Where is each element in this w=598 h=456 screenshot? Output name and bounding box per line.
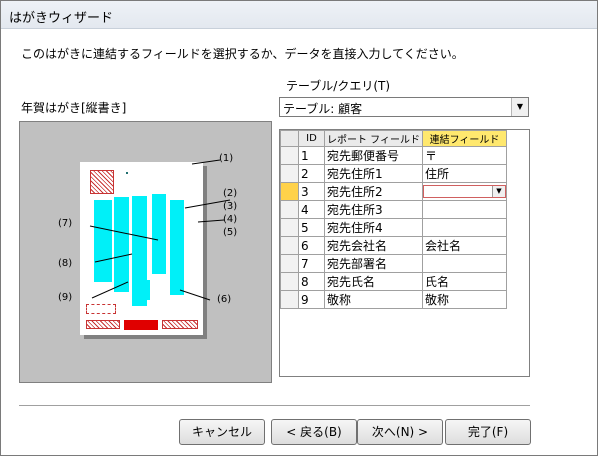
table-query-value: テーブル: 顧客 bbox=[283, 102, 363, 116]
row-selector[interactable] bbox=[280, 254, 299, 273]
window-title: はがきウィザード bbox=[9, 11, 114, 26]
cell-report-field[interactable]: 宛先住所3 bbox=[324, 200, 423, 219]
cell-report-field[interactable]: 宛先住所4 bbox=[324, 218, 423, 237]
field-mapping-table: ID レポート フィールド 連結フィールド 1 宛先郵便番号 〒 2 宛先住所1… bbox=[280, 130, 507, 309]
cell-id[interactable]: 4 bbox=[298, 200, 325, 219]
cell-id[interactable]: 3 bbox=[298, 182, 325, 201]
cell-link-field-editor[interactable]: ▼ bbox=[421, 182, 507, 201]
table-row[interactable]: 2 宛先住所1 住所 bbox=[280, 164, 507, 183]
callout-7: (7) bbox=[58, 218, 73, 229]
cell-link-field[interactable] bbox=[421, 200, 507, 219]
cell-id[interactable]: 7 bbox=[298, 254, 325, 273]
callout-5: (5) bbox=[223, 227, 238, 238]
cell-report-field[interactable]: 宛先住所2 bbox=[324, 182, 423, 201]
cell-id[interactable]: 2 bbox=[298, 164, 325, 183]
cell-link-field[interactable] bbox=[421, 254, 507, 273]
cell-id[interactable]: 1 bbox=[298, 146, 325, 165]
back-button[interactable]: < 戻る(B) bbox=[271, 419, 357, 445]
select-all-corner[interactable] bbox=[280, 130, 299, 147]
row-selector[interactable] bbox=[280, 236, 299, 255]
cell-id[interactable]: 6 bbox=[298, 236, 325, 255]
table-row[interactable]: 6 宛先会社名 会社名 bbox=[280, 236, 507, 255]
cell-link-field[interactable]: 敬称 bbox=[421, 290, 507, 309]
postcard-preview: (1) (2) (3) (4) (5) (6) (7) (8) (9) bbox=[19, 121, 272, 383]
callout-8: (8) bbox=[58, 258, 73, 269]
title-bar: はがきウィザード bbox=[1, 1, 597, 29]
row-selector[interactable] bbox=[280, 200, 299, 219]
hagaki-wizard-window: はがきウィザード このはがきに連結するフィールドを選択するか、データを直接入力し… bbox=[0, 0, 598, 456]
callout-3: (3) bbox=[223, 201, 238, 212]
cell-id[interactable]: 9 bbox=[298, 290, 325, 309]
table-row[interactable]: 7 宛先部署名 bbox=[280, 254, 507, 273]
cell-report-field[interactable]: 宛先会社名 bbox=[324, 236, 423, 255]
table-row[interactable]: 1 宛先郵便番号 〒 bbox=[280, 146, 507, 165]
field-mapping-grid: ID レポート フィールド 連結フィールド 1 宛先郵便番号 〒 2 宛先住所1… bbox=[279, 129, 530, 377]
finish-button[interactable]: 完了(F) bbox=[445, 419, 531, 445]
cell-id[interactable]: 8 bbox=[298, 272, 325, 291]
callout-2: (2) bbox=[223, 188, 238, 199]
table-row[interactable]: 5 宛先住所4 bbox=[280, 218, 507, 237]
next-button[interactable]: 次へ(N) > bbox=[357, 419, 443, 445]
callout-4: (4) bbox=[223, 214, 238, 225]
callout-lines bbox=[89, 159, 231, 301]
row-selector[interactable] bbox=[280, 182, 299, 201]
cell-id[interactable]: 5 bbox=[298, 218, 325, 237]
cell-report-field[interactable]: 宛先氏名 bbox=[324, 272, 423, 291]
cell-link-field[interactable]: 〒 bbox=[421, 146, 507, 165]
table-row-current[interactable]: 3 宛先住所2 ▼ bbox=[280, 182, 507, 201]
table-row[interactable]: 4 宛先住所3 bbox=[280, 200, 507, 219]
cell-report-field[interactable]: 敬称 bbox=[324, 290, 423, 309]
footer-divider bbox=[19, 405, 530, 406]
col-header-link-field[interactable]: 連結フィールド bbox=[421, 130, 507, 147]
cell-link-field[interactable]: 氏名 bbox=[421, 272, 507, 291]
link-field-combobox[interactable]: ▼ bbox=[422, 185, 506, 198]
instruction-text: このはがきに連結するフィールドを選択するか、データを直接入力してください。 bbox=[21, 47, 464, 61]
cell-link-field[interactable] bbox=[421, 218, 507, 237]
cell-report-field[interactable]: 宛先郵便番号 bbox=[324, 146, 423, 165]
cell-link-field[interactable]: 住所 bbox=[421, 164, 507, 183]
callout-9: (9) bbox=[58, 292, 73, 303]
col-header-report-field[interactable]: レポート フィールド bbox=[324, 130, 423, 147]
cancel-button[interactable]: キャンセル bbox=[179, 419, 265, 445]
header-row: ID レポート フィールド 連結フィールド bbox=[280, 130, 507, 147]
row-selector[interactable] bbox=[280, 164, 299, 183]
row-selector[interactable] bbox=[280, 146, 299, 165]
callout-6: (6) bbox=[217, 294, 232, 305]
chevron-down-icon[interactable]: ▼ bbox=[511, 98, 528, 116]
col-header-id[interactable]: ID bbox=[298, 130, 325, 147]
table-row[interactable]: 8 宛先氏名 氏名 bbox=[280, 272, 507, 291]
table-query-combobox[interactable]: テーブル: 顧客 ▼ bbox=[279, 97, 529, 117]
table-row[interactable]: 9 敬称 敬称 bbox=[280, 290, 507, 309]
table-query-label: テーブル/クエリ(T) bbox=[286, 79, 391, 93]
callout-1: (1) bbox=[219, 153, 234, 164]
row-selector[interactable] bbox=[280, 272, 299, 291]
chevron-down-icon[interactable]: ▼ bbox=[491, 186, 505, 197]
row-selector[interactable] bbox=[280, 218, 299, 237]
cell-link-field[interactable]: 会社名 bbox=[421, 236, 507, 255]
layout-label: 年賀はがき[縦書き] bbox=[21, 101, 127, 115]
cell-report-field[interactable]: 宛先住所1 bbox=[324, 164, 423, 183]
cell-report-field[interactable]: 宛先部署名 bbox=[324, 254, 423, 273]
row-selector[interactable] bbox=[280, 290, 299, 309]
